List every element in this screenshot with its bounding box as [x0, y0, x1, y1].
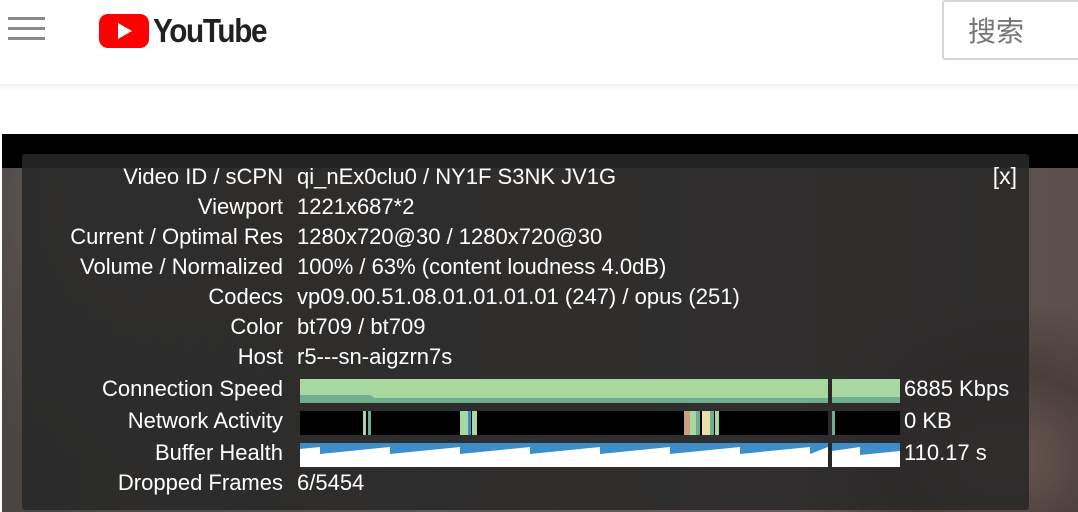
- header-shadow: [0, 84, 1078, 90]
- stats-value: 1280x720@30 / 1280x720@30: [297, 224, 603, 249]
- youtube-play-icon: [99, 14, 149, 48]
- stats-label: Buffer Health: [154, 440, 283, 465]
- network-activity-value: 0 KB: [904, 408, 952, 433]
- stats-row-video-id: Video ID / sCPN qi_nEx0clu0 / NY1F S3NK …: [22, 164, 1029, 194]
- logo-wordmark: YouTube: [153, 12, 268, 49]
- stats-row-volume: Volume / Normalized 100% / 63% (content …: [22, 254, 1029, 284]
- stats-label: Viewport: [197, 194, 283, 219]
- stats-row-buffer-health: Buffer Health 110.17 s: [22, 440, 1029, 470]
- search-box[interactable]: [942, 0, 1078, 60]
- stats-label: Network Activity: [127, 408, 283, 433]
- stats-row-connection-speed: Connection Speed 6885 Kbps: [22, 376, 1029, 406]
- video-player[interactable]: ​ [x] Video ID / sCPN qi_nEx0clu0 / NY1F…: [2, 134, 1078, 512]
- stats-value: qi_nEx0clu0 / NY1F S3NK JV1G: [297, 164, 617, 189]
- stats-row-network-activity: Network Activity 0 KB: [22, 408, 1029, 438]
- buffer-health-value: 110.17 s: [904, 440, 987, 465]
- network-activity-graph: [300, 411, 900, 435]
- stats-row-host: Host r5---sn-aigzrn7s: [22, 344, 1029, 374]
- buffer-health-graph: [300, 443, 900, 467]
- stats-value: vp09.00.51.08.01.01.01.01 (247) / opus (…: [297, 284, 740, 309]
- search-input[interactable]: [966, 12, 1070, 50]
- stats-row-codecs: Codecs vp09.00.51.08.01.01.01.01 (247) /…: [22, 284, 1029, 314]
- stats-label: Connection Speed: [101, 376, 283, 401]
- stats-value: 1221x687*2: [297, 194, 415, 219]
- hamburger-menu-icon[interactable]: [8, 17, 46, 43]
- stats-value: bt709 / bt709: [297, 314, 426, 339]
- stats-row-color: Color bt709 / bt709: [22, 314, 1029, 344]
- stats-value: r5---sn-aigzrn7s: [297, 344, 453, 369]
- stats-for-nerds-panel: [x] Video ID / sCPN qi_nEx0clu0 / NY1F S…: [22, 154, 1029, 510]
- top-bar: YouTube: [0, 0, 1078, 86]
- stats-row-dropped-frames: Dropped Frames 6/5454: [22, 470, 1029, 500]
- stats-label: Current / Optimal Res: [70, 224, 283, 249]
- stats-label: Color: [230, 314, 283, 339]
- stats-row-resolution: Current / Optimal Res 1280x720@30 / 1280…: [22, 224, 1029, 254]
- stats-label: Codecs: [208, 284, 283, 309]
- youtube-logo[interactable]: YouTube: [99, 12, 279, 49]
- stats-row-viewport: Viewport 1221x687*2: [22, 194, 1029, 224]
- stats-label: Volume / Normalized: [80, 254, 283, 279]
- stats-label: Host: [237, 344, 283, 369]
- connection-speed-graph: [300, 379, 900, 403]
- stats-label: Video ID / sCPN: [123, 164, 283, 189]
- stats-value: 100% / 63% (content loudness 4.0dB): [297, 254, 667, 279]
- stats-label: Dropped Frames: [117, 470, 283, 495]
- connection-speed-value: 6885 Kbps: [904, 376, 1010, 401]
- stats-value: 6/5454: [297, 470, 365, 495]
